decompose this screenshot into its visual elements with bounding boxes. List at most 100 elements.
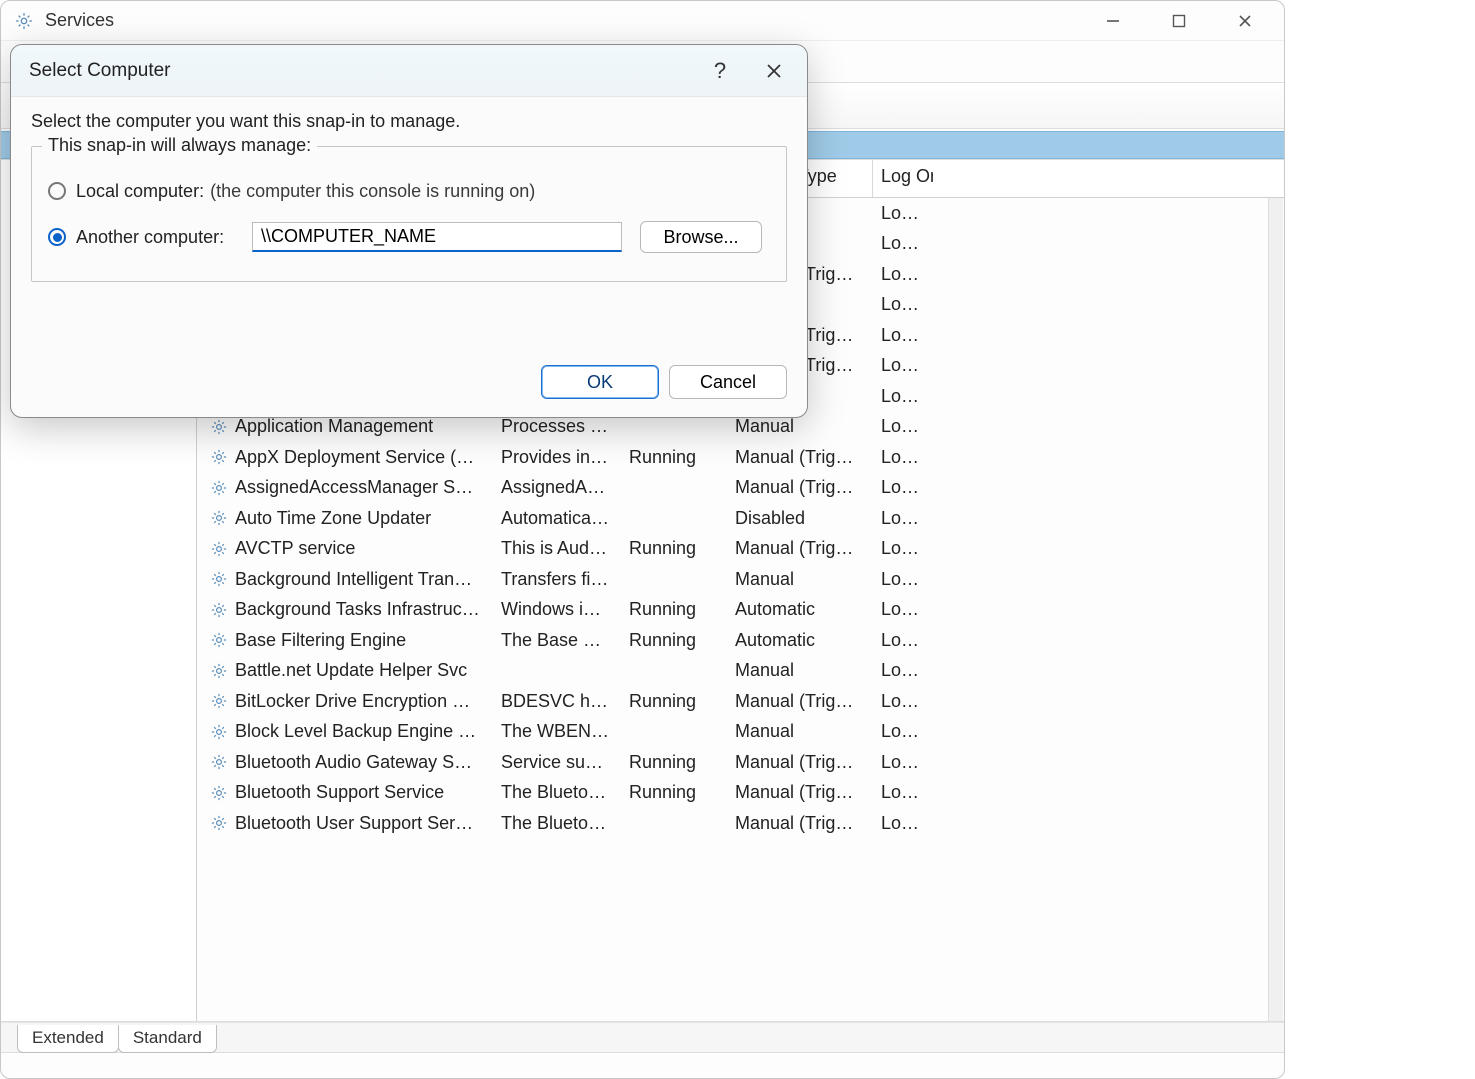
service-name-cell[interactable]: Bluetooth Support Service (197, 780, 493, 805)
service-description: This is Audi… (493, 536, 621, 561)
service-description: The Base Fil… (493, 628, 621, 653)
gear-icon (209, 569, 229, 589)
service-logon: Loc… (873, 262, 933, 287)
service-logon: Loc… (873, 292, 933, 317)
radio-local-computer-row[interactable]: Local computer: (the computer this conso… (48, 173, 770, 209)
group-legend: This snap-in will always manage: (42, 135, 317, 156)
service-row[interactable]: AssignedAccessManager Se…AssignedAc…Manu… (197, 473, 1284, 504)
service-startup-type: Manual (Trig… (727, 750, 873, 775)
service-row[interactable]: Block Level Backup Engine …The WBENG…Man… (197, 717, 1284, 748)
service-status (621, 577, 727, 581)
service-logon: Loc… (873, 353, 933, 378)
service-description: The Bluetoo… (493, 811, 621, 836)
browse-button[interactable]: Browse... (640, 221, 762, 253)
service-name: Bluetooth Audio Gateway S… (235, 752, 472, 773)
vertical-scrollbar[interactable] (1268, 198, 1283, 1021)
statusbar (1, 1052, 1284, 1078)
service-name-cell[interactable]: BitLocker Drive Encryption … (197, 689, 493, 714)
service-startup-type: Manual (Trig… (727, 689, 873, 714)
service-startup-type: Disabled (727, 506, 873, 531)
service-status: Running (621, 597, 727, 622)
service-name-cell[interactable]: AppX Deployment Service (… (197, 445, 493, 470)
service-row[interactable]: Background Tasks Infrastruc…Windows in…R… (197, 595, 1284, 626)
service-logon: Loc… (873, 597, 933, 622)
computer-name-input[interactable] (252, 222, 622, 252)
service-name-cell[interactable]: Battle.net Update Helper Svc (197, 658, 493, 683)
service-row[interactable]: Bluetooth Support ServiceThe Bluetoo…Run… (197, 778, 1284, 809)
service-logon: Loc… (873, 750, 933, 775)
service-name: Bluetooth User Support Ser… (235, 813, 473, 834)
titlebar[interactable]: Services (1, 1, 1284, 41)
gear-icon (209, 478, 229, 498)
close-button[interactable] (1212, 2, 1278, 40)
service-name: Application Management (235, 416, 433, 437)
dialog-title: Select Computer (29, 60, 171, 82)
service-status: Running (621, 445, 727, 470)
service-startup-type: Manual (Trig… (727, 445, 873, 470)
service-logon: Loc… (873, 689, 933, 714)
help-button[interactable]: ? (693, 49, 747, 93)
service-status (621, 516, 727, 520)
gear-icon (13, 10, 35, 32)
radio-another-computer[interactable] (48, 228, 66, 246)
service-startup-type: Manual (Trig… (727, 811, 873, 836)
maximize-button[interactable] (1146, 2, 1212, 40)
gear-icon (209, 691, 229, 711)
service-row[interactable]: BitLocker Drive Encryption …BDESVC hos…R… (197, 686, 1284, 717)
service-status: Running (621, 750, 727, 775)
service-description: Provides inf… (493, 445, 621, 470)
cancel-button[interactable]: Cancel (669, 365, 787, 399)
dialog-prompt: Select the computer you want this snap-i… (31, 111, 787, 132)
service-description: Processes in… (493, 414, 621, 439)
service-row[interactable]: Battle.net Update Helper SvcManualLoc… (197, 656, 1284, 687)
tab-extended[interactable]: Extended (17, 1025, 119, 1053)
service-name: AppX Deployment Service (… (235, 447, 474, 468)
service-name: Battle.net Update Helper Svc (235, 660, 467, 681)
dialog-titlebar[interactable]: Select Computer ? (11, 45, 807, 97)
service-row[interactable]: Bluetooth Audio Gateway S…Service sup…Ru… (197, 747, 1284, 778)
ok-button[interactable]: OK (541, 365, 659, 399)
service-status (621, 730, 727, 734)
radio-local-secondary: (the computer this console is running on… (210, 181, 535, 202)
service-row[interactable]: Background Intelligent Tran…Transfers fi… (197, 564, 1284, 595)
bottom-tabs: Extended Standard (1, 1022, 1284, 1052)
service-name-cell[interactable]: Bluetooth Audio Gateway S… (197, 750, 493, 775)
service-startup-type: Manual (727, 658, 873, 683)
gear-icon (209, 661, 229, 681)
service-name-cell[interactable]: AVCTP service (197, 536, 493, 561)
service-logon: Loc… (873, 811, 933, 836)
service-name: Base Filtering Engine (235, 630, 406, 651)
minimize-button[interactable] (1080, 2, 1146, 40)
service-name-cell[interactable]: Base Filtering Engine (197, 628, 493, 653)
service-row[interactable]: AVCTP serviceThis is Audi…RunningManual … (197, 534, 1284, 565)
service-name-cell[interactable]: Auto Time Zone Updater (197, 506, 493, 531)
service-name: Background Intelligent Tran… (235, 569, 472, 590)
service-row[interactable]: Bluetooth User Support Ser… The Bluetoo… M… (197, 808, 1284, 839)
service-name-cell[interactable]: Background Intelligent Tran… (197, 567, 493, 592)
service-name: Auto Time Zone Updater (235, 508, 431, 529)
service-name-cell[interactable]: Bluetooth User Support Ser… (197, 811, 493, 836)
radio-another-computer-row[interactable]: Another computer: Browse... (48, 219, 770, 255)
service-name-cell[interactable]: Application Management (197, 414, 493, 439)
service-status (621, 821, 727, 825)
col-logon[interactable]: Log On As (873, 160, 933, 197)
tab-standard[interactable]: Standard (118, 1025, 217, 1053)
gear-icon (209, 783, 229, 803)
service-logon: Loc… (873, 384, 933, 409)
service-row[interactable]: Base Filtering Engine The Base Fil…Runnin… (197, 625, 1284, 656)
service-row[interactable]: AppX Deployment Service (… Provides inf…R… (197, 442, 1284, 473)
service-startup-type: Manual (Trig… (727, 475, 873, 500)
service-logon: Loc… (873, 445, 933, 470)
service-status: Running (621, 628, 727, 653)
gear-icon (209, 722, 229, 742)
radio-local-computer[interactable] (48, 182, 66, 200)
service-logon: Loc… (873, 536, 933, 561)
service-startup-type: Manual (727, 414, 873, 439)
service-name-cell[interactable]: Background Tasks Infrastruc… (197, 597, 493, 622)
dialog-close-button[interactable] (747, 49, 801, 93)
window-title: Services (45, 10, 114, 31)
manage-group: This snap-in will always manage: Local c… (31, 146, 787, 282)
service-row[interactable]: Auto Time Zone UpdaterAutomatica…Disable… (197, 503, 1284, 534)
service-name-cell[interactable]: Block Level Backup Engine … (197, 719, 493, 744)
service-name-cell[interactable]: AssignedAccessManager Se… (197, 475, 493, 500)
